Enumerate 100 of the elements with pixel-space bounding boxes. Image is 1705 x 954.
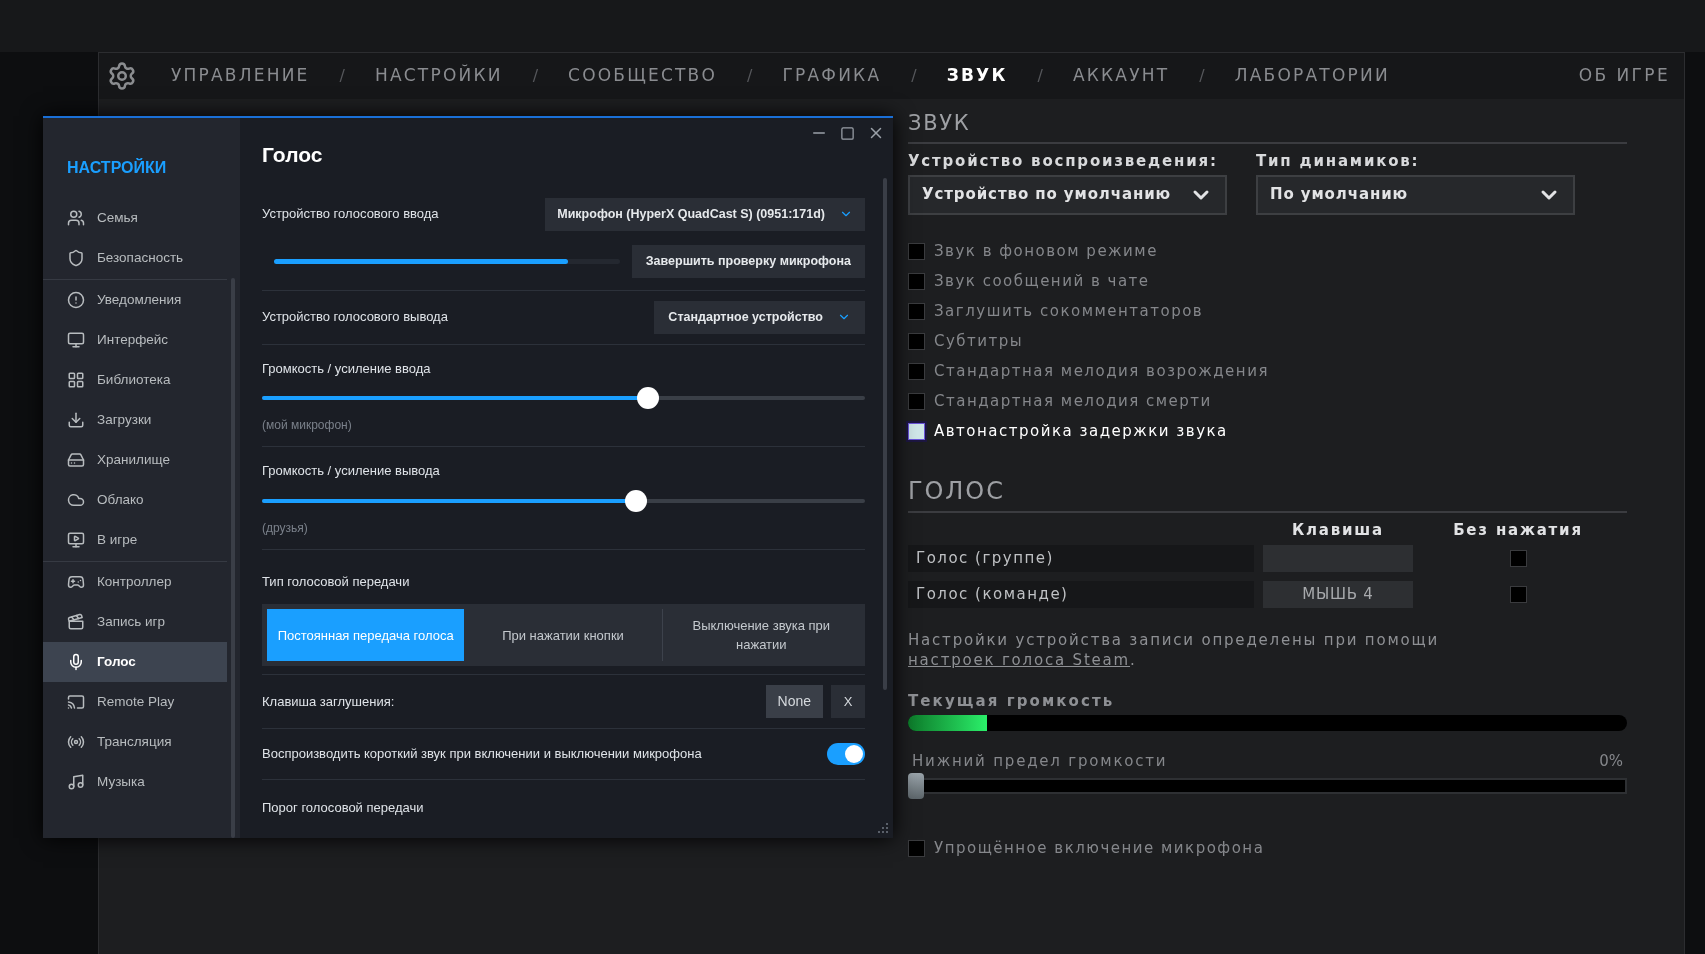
sidebar-item[interactable]: Загрузки xyxy=(43,400,227,440)
download-icon xyxy=(67,411,85,429)
slider-label: Нижний предел громкости xyxy=(912,750,1168,772)
checkbox-label: Стандартная мелодия возрождения xyxy=(934,361,1269,383)
resize-grip-icon xyxy=(877,822,889,834)
microphone-icon xyxy=(67,653,85,671)
sidebar-item[interactable]: Remote Play xyxy=(43,682,227,722)
monitor-icon xyxy=(67,331,85,349)
transmission-option[interactable]: При нажатии кнопки xyxy=(464,609,662,661)
mute-key-field[interactable]: None xyxy=(765,685,823,718)
sidebar-item[interactable]: Интерфейс xyxy=(43,320,227,360)
sidebar-item[interactable]: Безопасность xyxy=(43,238,227,278)
toggle-switch[interactable] xyxy=(827,743,865,765)
sidebar-item[interactable]: Библиотека xyxy=(43,360,227,400)
sidebar-item[interactable]: Уведомления xyxy=(43,280,227,320)
gamepad-icon xyxy=(67,573,85,591)
meter-label: Текущая громкость xyxy=(908,691,1116,712)
slider-caption: (мой микрофон) xyxy=(262,417,353,434)
checkbox[interactable] xyxy=(908,423,925,440)
section-title: ГОЛОС xyxy=(908,478,1006,503)
slider-thumb[interactable] xyxy=(908,773,924,799)
nav-separator: / xyxy=(911,65,917,87)
checkbox[interactable] xyxy=(908,243,925,260)
nav-tab[interactable]: УПРАВЛЕНИЕ xyxy=(171,63,310,89)
sidebar-item[interactable]: Запись игр xyxy=(43,602,227,642)
nav-tab[interactable]: ЛАБОРАТОРИИ xyxy=(1234,63,1390,89)
dropdown[interactable]: Устройство по умолчанию xyxy=(908,174,1227,215)
grid-icon xyxy=(67,371,85,389)
broadcast-icon xyxy=(67,733,85,751)
checkbox[interactable] xyxy=(908,273,925,290)
sidebar-item[interactable]: В игре xyxy=(43,520,227,560)
threshold-slider[interactable] xyxy=(908,773,1627,799)
checkbox-label: Стандартная мелодия смерти xyxy=(934,391,1212,413)
volume-slider[interactable] xyxy=(262,387,865,409)
screen-icon xyxy=(67,531,85,549)
column-header: Без нажатия xyxy=(1452,519,1584,541)
cloud-icon xyxy=(67,491,85,509)
checkbox[interactable] xyxy=(908,393,925,410)
nav-tab[interactable]: ЗВУК xyxy=(946,63,1008,89)
slider-caption: (друзья) xyxy=(262,519,309,537)
sidebar-item[interactable]: Хранилище xyxy=(43,440,227,480)
sidebar-item[interactable]: Трансляция xyxy=(43,722,227,762)
slider-reading: 0% xyxy=(1599,750,1623,772)
checkbox-label: Субтитры xyxy=(934,331,1024,353)
nav-separator: / xyxy=(747,65,753,87)
volume-slider[interactable] xyxy=(262,489,865,512)
nav-tab[interactable]: СООБЩЕСТВО xyxy=(568,63,718,89)
input-device-dropdown[interactable]: Микрофон (HyperX QuadCast S) (0951:171d) xyxy=(545,197,865,231)
checkbox-label: Упрощённое включение микрофона xyxy=(934,838,1265,859)
setting-label: Порог голосовой передачи xyxy=(262,799,425,817)
nav-separator: / xyxy=(339,65,345,87)
nav-tab[interactable]: ГРАФИКА xyxy=(782,63,882,89)
column-header: Клавиша xyxy=(1291,519,1385,541)
checkbox[interactable] xyxy=(908,333,925,350)
setting-label: Устройство голосового вывода xyxy=(262,308,448,327)
sidebar-item[interactable]: Музыка xyxy=(43,762,227,802)
setting-label: Клавиша заглушения: xyxy=(262,692,395,711)
page-title: Голос xyxy=(262,142,324,168)
checkbox[interactable] xyxy=(908,363,925,380)
slider-thumb[interactable] xyxy=(624,489,647,512)
sidebar-item[interactable]: Контроллер xyxy=(43,562,227,602)
slider-thumb[interactable] xyxy=(636,387,659,409)
shield-icon xyxy=(67,249,85,267)
settings-icon[interactable] xyxy=(107,61,137,91)
sidebar-item[interactable]: Облако xyxy=(43,480,227,520)
dropdown[interactable]: По умолчанию xyxy=(1256,174,1575,215)
checkbox-label: Автонастройка задержки звука xyxy=(934,421,1228,443)
slider-label: Громкость / усиление вывода xyxy=(262,462,441,480)
sidebar-item[interactable]: Голос xyxy=(43,642,227,682)
about-game-link[interactable]: ОБ ИГРЕ xyxy=(1578,63,1670,89)
hotkey-name: Голос (команде) xyxy=(908,581,1254,608)
mic-test-button[interactable]: Завершить проверку микрофона xyxy=(631,244,865,278)
clear-key-button[interactable]: X xyxy=(831,685,865,718)
nav-tab[interactable]: АККАУНТ xyxy=(1072,63,1170,89)
voice-settings-link[interactable]: настроек голоса Steam xyxy=(908,651,1130,669)
hotkey-field[interactable]: МЫШЬ 4 xyxy=(1263,581,1413,608)
slider-label: Громкость / усиление ввода xyxy=(262,359,432,378)
nav-tab[interactable]: НАСТРОЙКИ xyxy=(374,63,503,89)
cast-icon xyxy=(67,693,85,711)
maximize-icon[interactable] xyxy=(840,125,855,141)
checkbox[interactable] xyxy=(1509,550,1527,567)
checkbox[interactable] xyxy=(908,303,925,320)
drive-icon xyxy=(67,451,85,469)
dropdown-label: Устройство воспроизведения: xyxy=(908,151,1219,172)
setting-label: Устройство голосового ввода xyxy=(262,205,439,224)
checkbox[interactable] xyxy=(908,839,925,857)
sidebar-item[interactable]: Семья xyxy=(43,198,227,238)
setting-label: Тип голосовой передачи xyxy=(262,572,411,591)
hotkey-name: Голос (группе) xyxy=(908,545,1254,572)
checkbox[interactable] xyxy=(1509,586,1527,603)
setting-label: Воспроизводить короткий звук при включении и выключении микрофона xyxy=(262,745,702,764)
output-device-dropdown[interactable]: Стандартное устройство xyxy=(654,300,865,334)
checkbox-label: Звук в фоновом режиме xyxy=(934,241,1158,263)
people-icon xyxy=(67,209,85,227)
transmission-option[interactable]: Выключение звука при нажатии xyxy=(661,609,860,661)
section-title: ЗВУК xyxy=(908,113,972,134)
nav-separator: / xyxy=(1037,65,1043,87)
checkbox-label: Заглушить сокомментаторов xyxy=(934,301,1204,323)
nav-separator: / xyxy=(532,65,539,87)
dropdown-label: Тип динамиков: xyxy=(1256,151,1421,172)
